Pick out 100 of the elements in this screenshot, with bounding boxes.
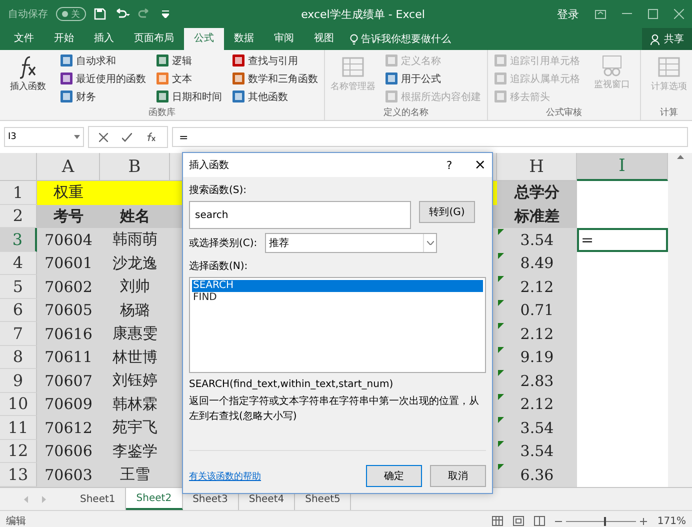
category-select[interactable]: 推荐 — [265, 233, 438, 253]
vertical-scrollbar[interactable] — [668, 153, 692, 487]
category-icon — [232, 54, 245, 67]
slider-thumb[interactable] — [604, 516, 606, 526]
ribbon-tab[interactable]: 审阅 — [264, 28, 304, 50]
ribbon-button[interactable]: 日期和时间 — [154, 88, 224, 105]
group-label: 函数库 — [148, 106, 176, 120]
glasses-icon — [600, 54, 624, 78]
column-header[interactable]: I — [577, 153, 668, 181]
formula-input[interactable]: = — [172, 127, 688, 147]
function-list-item[interactable]: FIND — [192, 292, 483, 304]
dialog-title: 插入函数 — [189, 158, 230, 172]
category-icon — [385, 72, 398, 85]
category-icon — [156, 72, 169, 85]
row-header[interactable]: 10 — [0, 392, 37, 416]
help-button[interactable]: ? — [446, 158, 452, 172]
table-cell: 标准差 — [497, 204, 577, 228]
table-cell[interactable]: = — [577, 228, 668, 252]
ribbon-tab[interactable]: 文件 — [4, 28, 44, 50]
table-cell: 总学分 — [497, 181, 577, 204]
ribbon-button[interactable]: 插入函数 — [4, 52, 52, 106]
window-title: excel学生成绩单 - Excel — [300, 6, 426, 22]
column-header[interactable]: B — [100, 153, 170, 181]
ribbon-tab[interactable]: 开始 — [44, 28, 84, 50]
normal-view-icon[interactable] — [492, 516, 504, 526]
zoom-in-icon[interactable] — [640, 518, 648, 524]
row-header[interactable]: 5 — [0, 275, 37, 298]
ribbon-button[interactable]: 自动求和 — [58, 52, 148, 69]
ribbon-button[interactable]: 最近使用的函数 — [58, 70, 148, 87]
maximize-icon[interactable] — [648, 9, 658, 19]
share-button[interactable]: 共享 — [642, 28, 692, 50]
function-icon[interactable] — [146, 132, 157, 142]
minimize-icon[interactable] — [622, 13, 632, 15]
row-header[interactable]: 12 — [0, 440, 37, 463]
close-icon[interactable] — [674, 9, 684, 19]
row-header[interactable]: 3 — [0, 228, 37, 252]
ribbon-button[interactable]: 其他函数 — [230, 88, 320, 105]
table-cell: 姓名 — [100, 204, 170, 228]
field-label: 选择函数(N): — [189, 260, 249, 273]
undo-icon[interactable] — [114, 8, 130, 20]
function-description: 返回一个指定字符或文本字符串在字符串中第一次出现的位置，从左到右查找(忽略大小写) — [189, 394, 480, 424]
ribbon-tab[interactable]: 视图 — [304, 28, 344, 50]
row-header[interactable]: 11 — [0, 416, 37, 440]
ribbon-tab[interactable]: 页面布局 — [124, 28, 184, 50]
category-icon — [232, 72, 245, 85]
function-list-item[interactable]: SEARCH — [192, 280, 483, 292]
column-header[interactable]: A — [37, 153, 100, 181]
search-field[interactable]: search — [189, 201, 411, 229]
category-icon — [494, 54, 507, 67]
table-cell: 考号 — [37, 204, 100, 228]
save-icon[interactable] — [94, 8, 106, 20]
help-link[interactable]: 有关该函数的帮助 — [189, 470, 358, 482]
close-button[interactable]: × — [474, 157, 486, 173]
table-cell[interactable] — [577, 181, 668, 204]
ribbon-button[interactable]: 财务 — [58, 88, 148, 105]
row-header[interactable]: 2 — [0, 204, 37, 228]
scroll-up-icon[interactable] — [676, 155, 684, 159]
ribbon-button[interactable]: 用于公式 — [383, 70, 483, 87]
sheet-tab[interactable]: Sheet2 — [126, 488, 183, 510]
group-label: 公式审核 — [545, 106, 583, 120]
table-cell[interactable] — [577, 252, 668, 275]
ok-button[interactable]: 确定 — [366, 465, 422, 487]
row-header[interactable]: 9 — [0, 369, 37, 392]
row-header[interactable]: 13 — [0, 463, 37, 486]
check-icon[interactable] — [122, 132, 132, 142]
field-label: 或选择类别(C): — [189, 236, 258, 250]
category-icon — [232, 90, 245, 103]
ribbon-display-icon[interactable] — [595, 10, 606, 18]
table-cell[interactable] — [577, 463, 668, 486]
column-header[interactable]: H — [497, 153, 577, 181]
cancel-icon[interactable] — [99, 132, 108, 142]
ribbon-button[interactable]: 查找与引用 — [230, 52, 320, 69]
row-header[interactable]: 6 — [0, 298, 37, 322]
page-break-icon[interactable] — [534, 516, 546, 526]
ribbon-button[interactable]: 文本 — [154, 70, 224, 87]
customize-icon[interactable] — [162, 10, 169, 18]
lightbulb-icon — [350, 34, 358, 44]
status-mode: 编辑 — [6, 514, 26, 527]
ribbon-button[interactable]: 数学和三角函数 — [230, 70, 320, 87]
zoom-level[interactable]: 171% — [657, 516, 686, 526]
row-header[interactable]: 7 — [0, 322, 37, 346]
ribbon-button[interactable]: 逻辑 — [154, 52, 224, 69]
sign-in-link[interactable]: 登录 — [557, 6, 579, 22]
cancel-button[interactable]: 取消 — [430, 465, 486, 487]
person-icon — [650, 34, 661, 44]
group-label: 计算 — [659, 106, 679, 120]
category-icon — [156, 54, 169, 67]
row-header[interactable]: 4 — [0, 252, 37, 275]
ribbon-tab[interactable]: 数据 — [224, 28, 264, 50]
ribbon-tab[interactable]: 公式 — [184, 28, 224, 50]
row-header[interactable]: 1 — [0, 181, 37, 204]
tell-me-search[interactable]: 告诉我你想要做什么 — [350, 28, 451, 50]
category-icon — [385, 54, 398, 67]
table-cell[interactable] — [577, 204, 668, 228]
go-button[interactable]: 转到(G) — [419, 201, 475, 223]
category-icon — [60, 54, 73, 67]
row-header[interactable]: 8 — [0, 346, 37, 369]
name-box[interactable]: I3 — [4, 127, 84, 147]
ribbon-tab[interactable]: 插入 — [84, 28, 124, 50]
page-layout-icon[interactable] — [513, 516, 524, 526]
